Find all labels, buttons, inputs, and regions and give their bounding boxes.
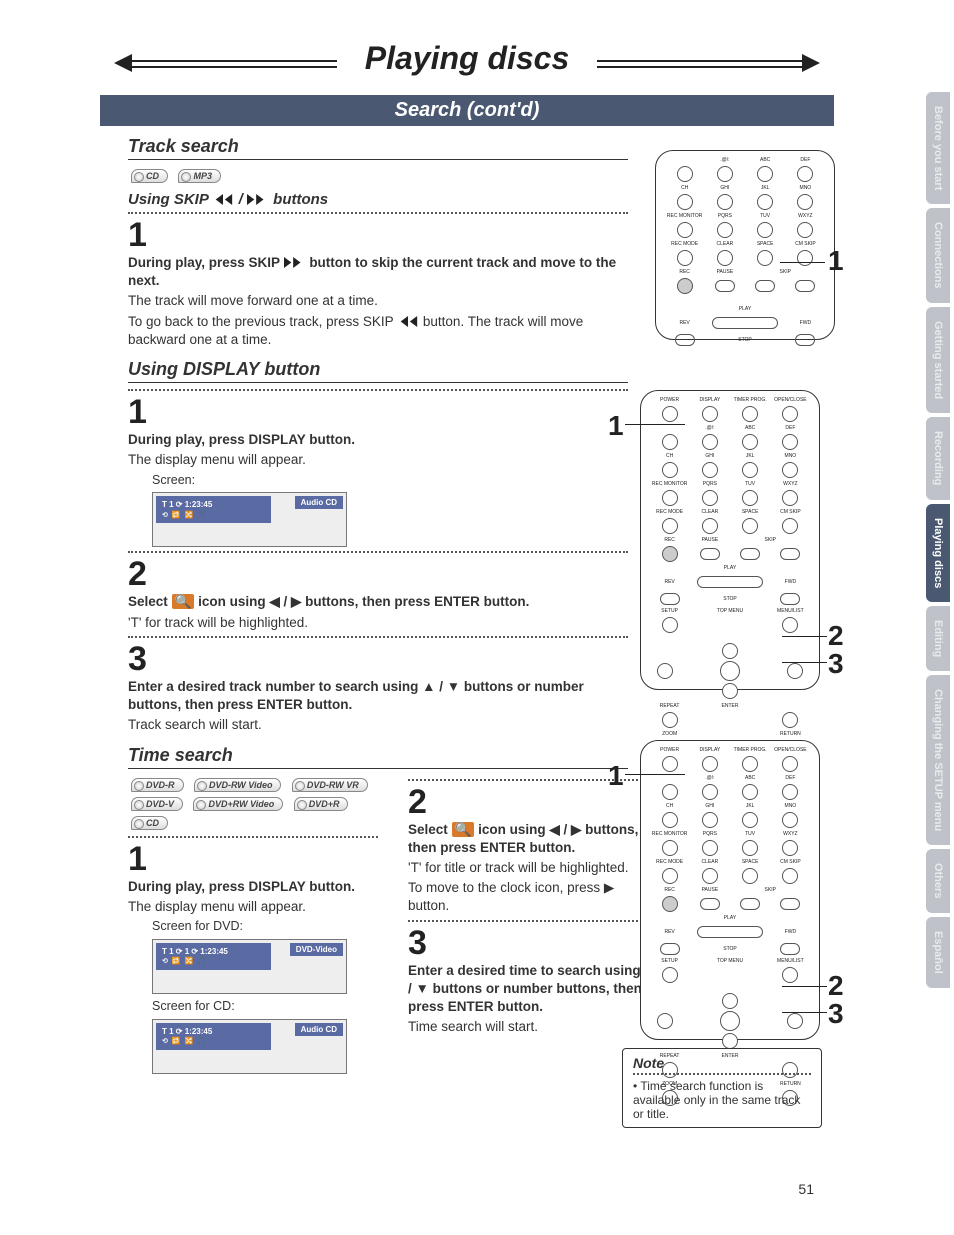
callout-r3-3: 3 [828,998,844,1030]
osd-dvd: T 1 ⟳ 1 ⟳ 1:23:45⟲ 🔁 🔀 🎵 DVD-Video [152,939,347,994]
tab-connections[interactable]: Connections [926,208,950,303]
title-banner: Playing discs [100,60,834,105]
callout-r2-1: 1 [608,410,624,442]
display-step1-bold: During play, press DISPLAY button. [128,431,628,449]
tab-playing[interactable]: Playing discs [926,504,950,602]
tab-others[interactable]: Others [926,849,950,912]
tab-recording[interactable]: Recording [926,417,950,499]
osd-cd: T 1 ⟳ 1:23:45⟲ 🔁 🔀 🎵 Audio CD [152,1019,347,1074]
skip-prev-icon [212,194,234,205]
screen-label: Screen: [152,472,652,489]
remote-diagram-2: POWERDISPLAYTIMER PROG.OPEN/CLOSE .@/:AB… [640,390,820,690]
tab-editing[interactable]: Editing [926,606,950,671]
tab-espanol[interactable]: Español [926,917,950,988]
display-step3-text: Track search will start. [128,716,628,734]
display-step2-text: 'T' for track will be highlighted. [128,614,628,632]
time-step2-text1: 'T' for title or track will be highlight… [408,859,658,877]
tab-setup[interactable]: Changing the SETUP menu [926,675,950,845]
side-tabs: Before you start Connections Getting sta… [926,92,954,992]
using-display-heading: Using DISPLAY button [128,359,628,383]
track-search-heading: Track search [128,136,628,160]
skip-next-icon [247,194,269,205]
callout-r2-3: 3 [828,648,844,680]
time-disc-badges: DVD-R DVD-RW Video DVD-RW VR DVD-V DVD+R… [128,775,378,832]
callout-1: 1 [828,245,844,277]
time-step2-bold: Select 🔍 icon using ◀ / ▶ buttons, then … [408,821,658,857]
time-step1-bold: During play, press DISPLAY button. [128,878,378,896]
display-step1-text: The display menu will appear. [128,451,628,469]
tab-getting[interactable]: Getting started [926,307,950,413]
screen-dvd-label: Screen for DVD: [152,918,378,935]
search-icon: 🔍 [172,594,195,609]
remote-diagram-3: POWERDISPLAYTIMER PROG.OPEN/CLOSE .@/:AB… [640,740,820,1040]
tab-before[interactable]: Before you start [926,92,950,204]
time-step-3: 3 [408,926,658,960]
time-search-heading: Time search [128,745,628,769]
step1-text2: To go back to the previous track, press … [128,313,628,349]
step1-bold: During play, press SKIP button to skip t… [128,254,628,290]
time-step3-text: Time search will start. [408,1018,658,1036]
search-icon: 🔍 [452,822,475,837]
page-title: Playing discs [337,40,597,77]
page-number: 51 [798,1181,814,1197]
time-step1-text: The display menu will appear. [128,898,378,916]
note-box: Note • Time search function is available… [622,1048,822,1128]
time-step3-bold: Enter a desired time to search using ▲ /… [408,962,658,1017]
time-step-1: 1 [128,842,378,876]
badge-mp3: MP3 [178,169,221,183]
display-step3-bold: Enter a desired track number to search u… [128,678,628,714]
callout-r3-1: 1 [608,760,624,792]
skip-next-icon [284,257,306,268]
display-step2-bold: Select 🔍 icon using ◀ / ▶ buttons, then … [128,593,628,611]
badge-cd: CD [131,169,168,183]
osd-preview: T 1 ⟳ 1:23:45⟲ 🔁 🔀 🎵 Audio CD [152,492,347,547]
time-step2-text2: To move to the clock icon, press ▶ butto… [408,879,658,915]
remote-diagram-1: .@/:ABCDEF CHGHIJKLMNO REC MONITORPQRSTU… [655,150,835,340]
step1-text: The track will move forward one at a tim… [128,292,628,310]
skip-prev-icon [397,316,419,327]
screen-cd-label: Screen for CD: [152,998,378,1015]
